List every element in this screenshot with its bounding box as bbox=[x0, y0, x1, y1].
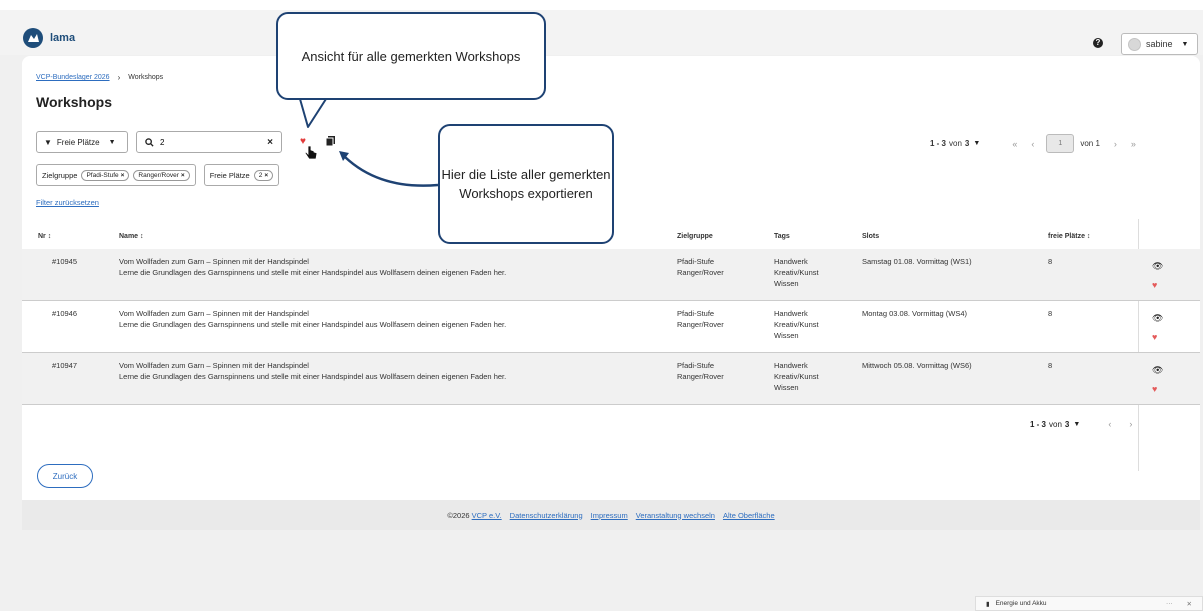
battery-icon: ▮ bbox=[986, 600, 990, 608]
arrow-line bbox=[344, 156, 439, 187]
annotation-arrows bbox=[299, 98, 439, 187]
callout-export: Hier die Liste aller gemerkten Workshops… bbox=[438, 124, 614, 244]
system-toast: ▮ Energie und Akku ··· ✕ bbox=[975, 596, 1203, 611]
close-icon[interactable]: ✕ bbox=[1187, 600, 1192, 608]
toast-label: Energie und Akku bbox=[995, 600, 1047, 607]
callout-bookmarks: Ansicht für alle gemerkten Workshops bbox=[276, 12, 546, 100]
more-icon[interactable]: ··· bbox=[1166, 600, 1173, 608]
callout-pointer bbox=[299, 98, 327, 128]
